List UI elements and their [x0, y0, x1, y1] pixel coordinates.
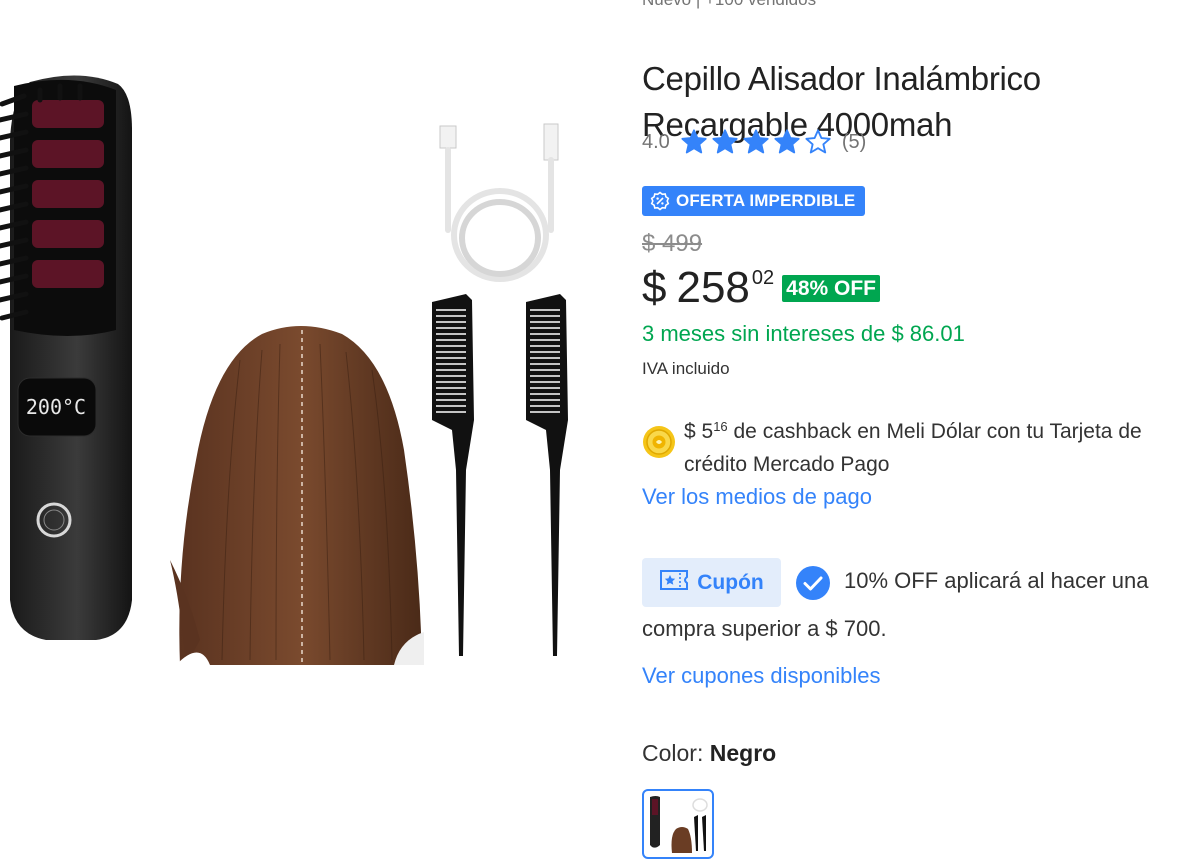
condition-sales: Nuevo | +100 vendidos [642, 0, 816, 10]
temperature-display: 200°C [26, 395, 86, 419]
deal-badge-label: OFERTA IMPERDIBLE [676, 191, 856, 210]
hair-model [170, 326, 424, 665]
price-cents: 02 [751, 267, 775, 289]
cashback-line1: de cashback en Meli Dólar con tu Tarjeta… [727, 420, 1142, 443]
coupon-label: Cupón [697, 570, 764, 594]
cashback-amount: $ 5 [684, 420, 714, 443]
coupon-description-line1: 10% OFF aplicará al hacer una [844, 568, 1149, 593]
rating-row[interactable]: 4.0 (5) [642, 126, 866, 158]
star-empty-icon [804, 128, 832, 156]
rating-value: 4.0 [642, 130, 670, 153]
coupon-button[interactable]: Cupón [642, 558, 781, 607]
price-integer: 258 [676, 263, 750, 312]
product-image: 200°C [0, 75, 568, 665]
meli-dolar-coin-icon [642, 425, 676, 464]
cashback-text: $ 516 de cashback en Meli Dólar con tu T… [684, 410, 1200, 481]
star-filled-icon [680, 128, 708, 156]
coupon-ticket-icon [659, 569, 689, 597]
discount-badge: 48% OFF [782, 275, 881, 302]
review-count[interactable]: (5) [842, 131, 866, 154]
color-swatch-negro[interactable] [642, 789, 714, 859]
brush: 200°C [0, 75, 132, 640]
star-filled-icon [742, 128, 770, 156]
comb-left [432, 294, 474, 656]
color-selector-label: Color: Negro [642, 740, 776, 767]
current-price: $ 258 02 48% OFF [642, 262, 881, 314]
usb-cable [439, 123, 559, 282]
cashback-cents: 16 [713, 419, 728, 434]
original-price: $ 499 [642, 230, 703, 257]
color-value: Negro [709, 740, 777, 766]
discount-seal-icon [650, 191, 670, 211]
available-coupons-link[interactable]: Ver cupones disponibles [642, 663, 881, 689]
payment-methods-link[interactable]: Ver los medios de pago [642, 484, 872, 510]
comb-right [526, 294, 568, 656]
star-filled-icon [711, 128, 739, 156]
check-circle-icon [795, 565, 831, 606]
cashback-info: $ 516 de cashback en Meli Dólar con tu T… [642, 410, 1200, 476]
price-currency: $ [642, 263, 667, 312]
swatch-thumbnail [650, 796, 708, 853]
coupon-description-line2: compra superior a $ 700. [642, 616, 887, 641]
color-label: Color: [642, 740, 710, 766]
product-image-gallery[interactable]: 200°C [0, 0, 610, 864]
deal-badge: OFERTA IMPERDIBLE [642, 186, 866, 216]
star-filled-icon [773, 128, 801, 156]
rating-stars [680, 128, 832, 156]
installments-text: 3 meses sin intereses de $ 86.01 [642, 321, 965, 346]
cashback-line2: crédito Mercado Pago [684, 453, 890, 476]
tax-note: IVA incluido [642, 359, 730, 378]
